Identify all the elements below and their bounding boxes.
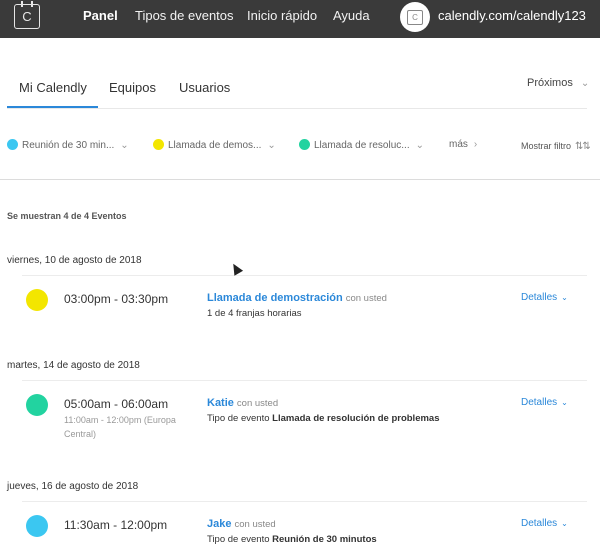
account-avatar[interactable]: C — [400, 2, 430, 32]
details-toggle[interactable]: Detalles ⌄ — [521, 518, 568, 529]
mouse-cursor-icon — [228, 261, 244, 276]
event-color-dot — [299, 139, 310, 150]
chevron-down-icon: ⌄ — [267, 140, 276, 151]
tabs-divider — [7, 108, 587, 109]
event-time: 03:00pm - 03:30pm — [64, 292, 169, 306]
details-toggle[interactable]: Detalles ⌄ — [521, 397, 568, 408]
filter-label: Reunión de 30 min... — [22, 140, 115, 151]
filter-event-type-3[interactable]: Llamada de resoluc... ⌄ — [299, 139, 424, 151]
nav-event-types[interactable]: Tipos de eventos — [135, 0, 234, 32]
details-label: Detalles — [521, 518, 558, 529]
event-color-dot — [26, 394, 48, 416]
event-title-link[interactable]: Jake con usted — [207, 518, 276, 530]
filter-more[interactable]: más › — [449, 139, 477, 150]
event-subtitle: Tipo de evento Llamada de resolución de … — [207, 413, 440, 424]
event-with-text: con usted — [236, 398, 279, 409]
upcoming-label: Próximos — [527, 77, 573, 89]
show-filter-label: Mostrar filtro — [521, 141, 572, 151]
event-title-link[interactable]: Llamada de demostración con usted — [207, 292, 387, 304]
event-subtitle-text: 1 de 4 franjas horarias — [207, 308, 302, 319]
section-divider — [0, 179, 600, 180]
filter-label: Llamada de demos... — [168, 140, 262, 151]
event-type-prefix: Tipo de evento — [207, 534, 270, 545]
details-label: Detalles — [521, 397, 558, 408]
event-type-name: Llamada de resolución de problemas — [272, 413, 440, 424]
tab-users[interactable]: Usuarios — [179, 80, 230, 95]
show-filter-button[interactable]: Mostrar filtro ⇅⇅ — [521, 141, 591, 152]
filter-label: Llamada de resoluc... — [314, 140, 410, 151]
account-url-link[interactable]: calendly.com/calendly123 — [438, 0, 586, 32]
more-label: más — [449, 139, 468, 150]
chevron-down-icon: ⌄ — [580, 78, 590, 89]
event-time: 05:00am - 06:00am — [64, 397, 169, 411]
sliders-icon: ⇅⇅ — [575, 141, 591, 152]
event-type-name: Reunión de 30 minutos — [272, 534, 377, 545]
chevron-down-icon: ⌄ — [120, 140, 129, 151]
chevron-down-icon: ⌄ — [561, 398, 568, 407]
details-label: Detalles — [521, 292, 558, 303]
event-type-prefix: Tipo de evento — [207, 413, 270, 424]
chevron-down-icon: ⌄ — [561, 519, 568, 528]
event-color-dot — [7, 139, 18, 150]
chevron-down-icon: ⌄ — [415, 140, 425, 151]
row-divider — [22, 380, 587, 381]
event-color-dot — [26, 289, 48, 311]
day-heading: viernes, 10 de agosto de 2018 — [7, 255, 142, 266]
event-color-dot — [153, 139, 164, 150]
details-toggle[interactable]: Detalles ⌄ — [521, 292, 568, 303]
filter-event-type-1[interactable]: Reunión de 30 min... ⌄ — [7, 139, 129, 151]
row-divider — [22, 501, 587, 502]
event-with-text: con usted — [345, 293, 387, 304]
day-heading: martes, 14 de agosto de 2018 — [7, 360, 140, 371]
tab-teams[interactable]: Equipos — [109, 80, 156, 95]
event-count-text: Se muestran 4 de 4 Eventos — [7, 211, 127, 221]
event-with-text: con usted — [234, 519, 276, 530]
tab-my-calendly[interactable]: Mi Calendly — [19, 80, 87, 95]
nav-panel[interactable]: Panel — [83, 0, 118, 32]
row-divider — [22, 275, 587, 276]
event-title: Llamada de demostración — [207, 292, 343, 304]
day-heading: jueves, 16 de agosto de 2018 — [7, 481, 139, 492]
filter-event-type-2[interactable]: Llamada de demos... ⌄ — [153, 139, 276, 151]
nav-help[interactable]: Ayuda — [333, 0, 370, 32]
chevron-down-icon: ⌄ — [561, 293, 568, 302]
top-navigation-bar: C Panel Tipos de eventos Inicio rápido A… — [0, 0, 600, 38]
event-title-link[interactable]: Katie con usted — [207, 397, 278, 409]
calendar-icon: C — [407, 10, 423, 25]
calendly-logo-icon[interactable]: C — [14, 1, 40, 29]
event-local-time: 11:00am - 12:00pm (Europa Central) — [64, 415, 176, 439]
event-subtitle: 1 de 4 franjas horarias — [207, 308, 302, 319]
upcoming-dropdown[interactable]: Próximos ⌄ — [527, 77, 589, 89]
event-color-dot — [26, 515, 48, 537]
chevron-right-icon: › — [473, 139, 478, 150]
event-time: 11:30am - 12:00pm — [64, 518, 168, 532]
nav-quick-start[interactable]: Inicio rápido — [247, 0, 317, 32]
event-subtitle: Tipo de evento Reunión de 30 minutos — [207, 534, 377, 545]
event-title: Jake — [207, 518, 232, 530]
event-title: Katie — [207, 397, 234, 409]
